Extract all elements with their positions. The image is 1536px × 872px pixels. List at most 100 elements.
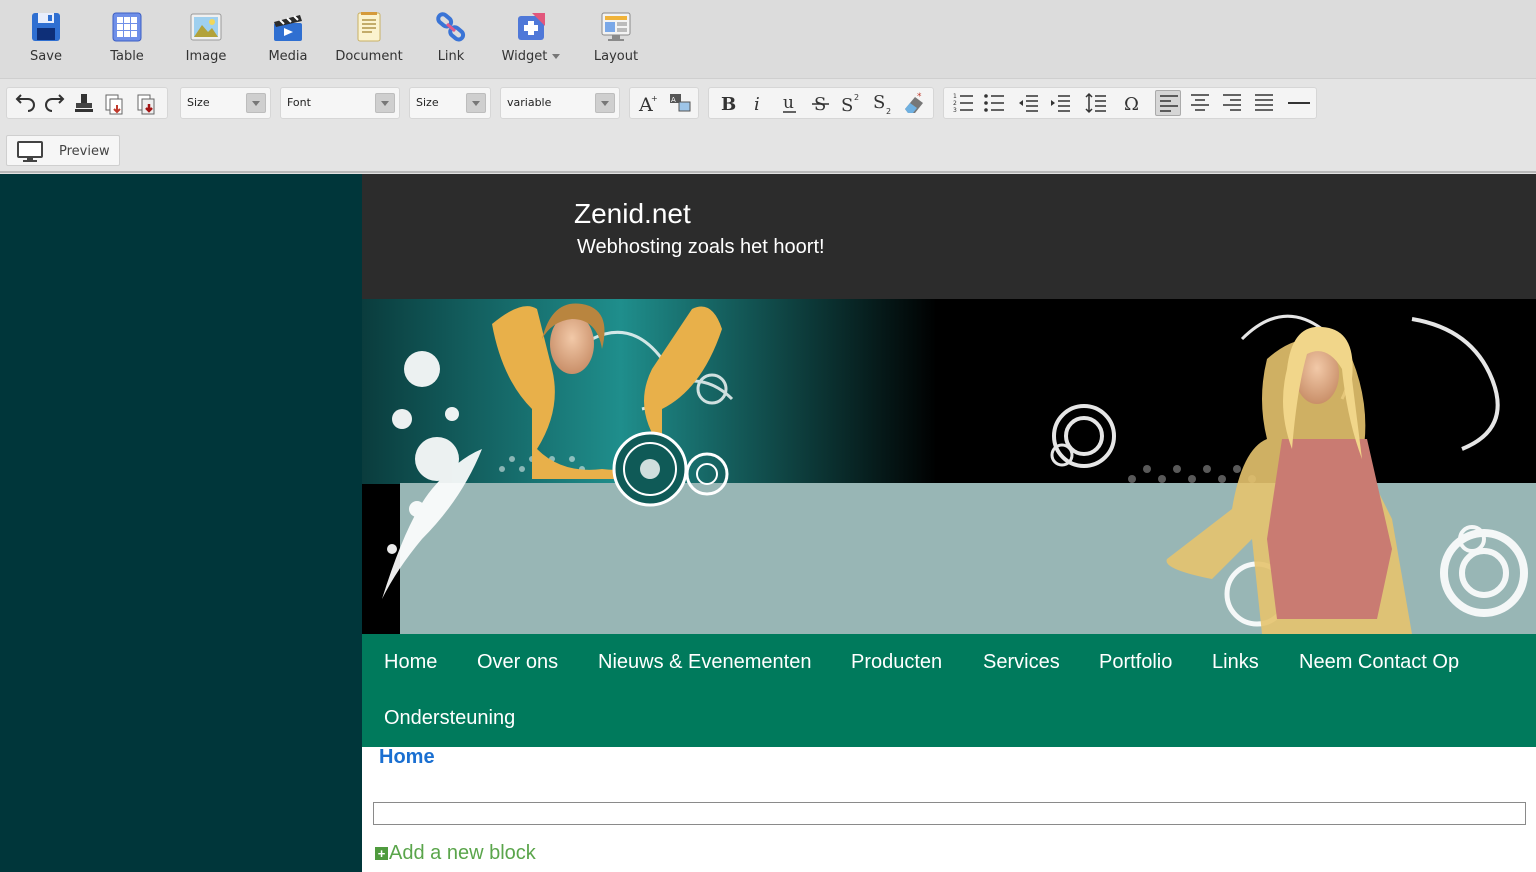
nav-item-nieuws[interactable]: Nieuws & Evenementen <box>598 651 811 674</box>
nav-item-producten[interactable]: Producten <box>851 651 942 674</box>
widget-button[interactable]: Widget <box>491 10 571 72</box>
font-size-select[interactable]: Size <box>409 87 491 119</box>
strikethrough-button[interactable]: S <box>808 90 834 116</box>
image-button[interactable]: Image <box>166 10 246 72</box>
document-icon <box>357 12 381 42</box>
add-block-button[interactable]: + Add a new block <box>375 842 536 865</box>
nav-item-portfolio[interactable]: Portfolio <box>1099 651 1172 674</box>
undo-icon <box>15 94 35 112</box>
svg-text:S: S <box>841 95 853 116</box>
nav-item-ondersteuning[interactable]: Ondersteuning <box>384 707 515 730</box>
preview-bar: Preview <box>0 130 1536 173</box>
history-group <box>6 87 168 119</box>
paragraph-group: 123 Ω <box>943 87 1317 119</box>
outdent-icon <box>1019 95 1038 112</box>
align-right-button[interactable] <box>1219 90 1245 116</box>
save-button[interactable]: Save <box>6 10 86 72</box>
text-color-button[interactable]: A + <box>635 90 661 116</box>
bold-button[interactable]: B <box>715 90 741 116</box>
format-toolbar: Size Font Size variable A + A B i u S S … <box>0 78 1536 130</box>
align-left-icon <box>1160 95 1178 112</box>
font-size-value: Size <box>416 96 439 109</box>
layout-button[interactable]: Layout <box>576 10 656 72</box>
main-toolbar: Save Table Image Media Document Link Wid… <box>0 0 1536 78</box>
monitor-icon <box>17 141 43 162</box>
align-left-button[interactable] <box>1155 90 1181 116</box>
variable-value: variable <box>507 96 552 109</box>
layout-monitor-icon <box>601 12 631 41</box>
plus-icon: + <box>375 847 388 860</box>
table-label: Table <box>110 49 144 64</box>
add-block-label: Add a new block <box>389 842 536 864</box>
chevron-down-icon <box>552 54 561 59</box>
svg-text:2: 2 <box>953 100 957 107</box>
nav-item-links[interactable]: Links <box>1212 651 1259 674</box>
outdent-button[interactable] <box>1015 90 1041 116</box>
chevron-down-icon <box>466 93 486 113</box>
style-size-value: Size <box>187 96 210 109</box>
svg-text:*: * <box>917 92 922 102</box>
document-button[interactable]: Document <box>329 10 409 72</box>
undo-button[interactable] <box>13 90 39 116</box>
indent-button[interactable] <box>1047 90 1073 116</box>
variable-select[interactable]: variable <box>500 87 620 119</box>
align-center-icon <box>1191 94 1209 111</box>
link-button[interactable]: Link <box>411 10 491 72</box>
italic-icon: i <box>754 94 760 115</box>
site-tagline[interactable]: Webhosting zoals het hoort! <box>577 236 825 259</box>
save-label: Save <box>30 49 62 64</box>
widget-label-wrap: Widget <box>491 49 571 64</box>
align-justify-button[interactable] <box>1251 90 1277 116</box>
left-sidebar-panel <box>0 174 362 872</box>
bullet-list-button[interactable] <box>981 90 1007 116</box>
style-size-select[interactable]: Size <box>180 87 271 119</box>
site-title[interactable]: Zenid.net <box>574 198 691 230</box>
nav-item-over-ons[interactable]: Over ons <box>477 651 558 674</box>
bold-icon: B <box>721 94 736 115</box>
superscript-button[interactable]: S2 <box>838 90 864 116</box>
svg-text:1: 1 <box>953 93 957 100</box>
chevron-down-icon <box>595 93 615 113</box>
preview-label: Preview <box>59 144 110 159</box>
special-char-button[interactable]: Ω <box>1120 90 1146 116</box>
clear-format-button[interactable] <box>71 90 97 116</box>
breadcrumb[interactable]: Home <box>379 746 435 769</box>
site-header: Zenid.net Webhosting zoals het hoort! <box>362 174 1536 299</box>
subscript-button[interactable]: S2 <box>870 90 896 116</box>
paste-icon <box>105 94 123 115</box>
eraser-icon: * <box>905 92 923 113</box>
chevron-down-icon <box>375 93 395 113</box>
ordered-list-button[interactable]: 123 <box>950 90 976 116</box>
table-grid-icon <box>112 12 142 42</box>
underline-button[interactable]: u <box>777 90 803 116</box>
nav-item-home[interactable]: Home <box>384 651 437 674</box>
horizontal-rule-icon <box>1288 102 1310 104</box>
content-block-input[interactable] <box>373 802 1526 825</box>
remove-format-button[interactable]: * <box>901 90 927 116</box>
italic-button[interactable]: i <box>745 90 771 116</box>
align-justify-icon <box>1255 94 1273 111</box>
font-family-select[interactable]: Font <box>280 87 400 119</box>
strikethrough-icon: S <box>812 94 829 115</box>
svg-text:B: B <box>721 94 736 115</box>
nav-item-services[interactable]: Services <box>983 651 1060 674</box>
numbered-list-icon: 123 <box>953 93 973 114</box>
line-height-button[interactable] <box>1083 90 1109 116</box>
color-group: A + A <box>629 87 699 119</box>
header-banner-image <box>362 299 1536 634</box>
preview-button[interactable]: Preview <box>6 135 120 166</box>
redo-button[interactable] <box>41 90 67 116</box>
paste-word-button[interactable] <box>133 90 159 116</box>
background-color-button[interactable]: A <box>667 90 693 116</box>
paste-text-button[interactable] <box>101 90 127 116</box>
line-height-icon <box>1085 92 1106 114</box>
floppy-disk-icon <box>32 13 60 41</box>
media-button[interactable]: Media <box>248 10 328 72</box>
align-center-button[interactable] <box>1187 90 1213 116</box>
table-button[interactable]: Table <box>87 10 167 72</box>
document-label: Document <box>335 49 403 64</box>
paste-word-icon <box>137 94 155 115</box>
nav-item-contact[interactable]: Neem Contact Op <box>1299 651 1459 674</box>
horizontal-rule-button[interactable] <box>1286 90 1312 116</box>
font-color-icon: A+ <box>638 94 658 116</box>
